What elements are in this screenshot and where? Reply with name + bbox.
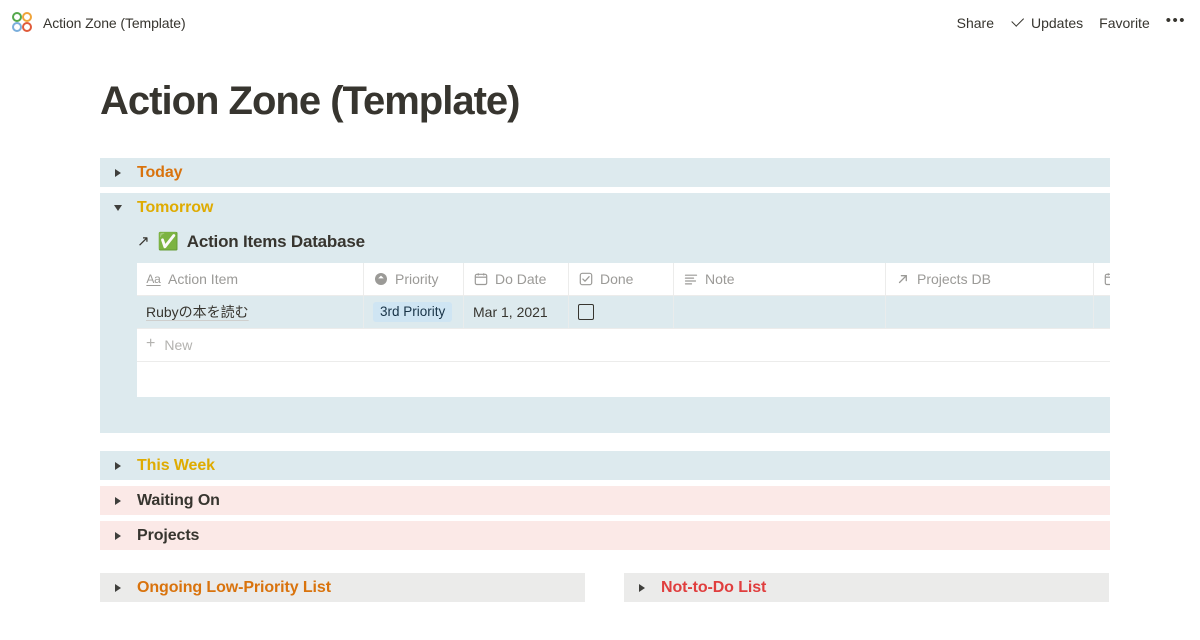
- toggle-header-projects[interactable]: Projects: [100, 521, 1110, 550]
- check-mark-emoji-icon: ✅: [157, 232, 179, 251]
- toggle-label-today: Today: [137, 163, 183, 181]
- chevron-right-icon[interactable]: [634, 584, 650, 592]
- cell-value: Mar 1, 2021: [473, 304, 548, 320]
- database-title-row[interactable]: ↗ ✅ Action Items Database: [137, 222, 1110, 257]
- favorite-label: Favorite: [1099, 14, 1150, 31]
- chevron-right-icon[interactable]: [110, 462, 126, 470]
- chevron-right-icon[interactable]: [110, 532, 126, 540]
- relation-arrow-icon: [895, 272, 910, 287]
- column-label: Action Item: [168, 271, 239, 287]
- cell-priority[interactable]: 3rd Priority: [364, 296, 464, 328]
- column-label: Projects DB: [917, 271, 991, 287]
- column-header-action-item[interactable]: Aa Action Item: [137, 263, 364, 295]
- new-row-label: New: [164, 337, 193, 353]
- toggle-label-not-to-do-list: Not-to-Do List: [661, 578, 767, 596]
- chevron-right-icon[interactable]: [110, 584, 126, 592]
- column-label: Do Date: [495, 271, 547, 287]
- cell-note[interactable]: [674, 296, 886, 328]
- text-lines-icon: [683, 272, 698, 287]
- block-list: Today Tomorrow ↗ ✅ Action Items Database: [100, 158, 1110, 602]
- page-content: Action Zone (Template) Today Tomorrow ↗ …: [0, 78, 1200, 602]
- cell-extra[interactable]: [1094, 296, 1110, 328]
- share-label: Share: [956, 14, 994, 31]
- toggle-label-ongoing-low-priority-list: Ongoing Low-Priority List: [137, 578, 331, 596]
- four-circles-icon: [12, 11, 34, 34]
- table-new-row[interactable]: + New: [137, 329, 1110, 362]
- more-options-icon[interactable]: •••: [1166, 13, 1186, 32]
- toggle-header-today[interactable]: Today: [100, 158, 1110, 187]
- database-title[interactable]: Action Items Database: [187, 232, 365, 252]
- breadcrumb[interactable]: Action Zone (Template): [12, 11, 186, 34]
- done-checkbox[interactable]: [578, 304, 594, 320]
- toggle-block-not-to-do-list[interactable]: Not-to-Do List: [624, 573, 1109, 602]
- new-row-button[interactable]: + New: [137, 329, 364, 361]
- toggle-block-waiting-on[interactable]: Waiting On: [100, 486, 1110, 515]
- toggle-block-today[interactable]: Today: [100, 158, 1110, 187]
- toggle-label-this-week: This Week: [137, 456, 215, 474]
- check-icon: [1010, 15, 1025, 30]
- breadcrumb-title[interactable]: Action Zone (Template): [43, 15, 186, 31]
- cell-projects-db[interactable]: [886, 296, 1094, 328]
- toggle-block-ongoing-low-priority-list[interactable]: Ongoing Low-Priority List: [100, 573, 585, 602]
- toggle-label-tomorrow: Tomorrow: [137, 198, 214, 216]
- cell-done[interactable]: [569, 296, 674, 328]
- column-header-priority[interactable]: Priority: [364, 263, 464, 295]
- cell-do-date[interactable]: Mar 1, 2021: [464, 296, 569, 328]
- column-header-do-date[interactable]: Do Date: [464, 263, 569, 295]
- toggle-header-this-week[interactable]: This Week: [100, 451, 1110, 480]
- toggle-content-tomorrow: ↗ ✅ Action Items Database Aa Action Item: [100, 222, 1110, 433]
- bottom-column-list: Ongoing Low-Priority List Not-to-Do List: [100, 573, 1110, 602]
- column-label: Priority: [395, 271, 439, 287]
- column-header-done[interactable]: Done: [569, 263, 674, 295]
- table-footer-row: [137, 362, 1110, 397]
- chevron-right-icon[interactable]: [110, 497, 126, 505]
- toggle-header-not-to-do-list[interactable]: Not-to-Do List: [624, 573, 1109, 602]
- chevron-right-icon[interactable]: [110, 169, 126, 177]
- share-button[interactable]: Share: [957, 15, 994, 31]
- plus-icon: +: [146, 335, 156, 352]
- chevron-down-icon[interactable]: [110, 205, 126, 211]
- column-header-extra[interactable]: [1094, 263, 1110, 295]
- column-header-projects-db[interactable]: Projects DB: [886, 263, 1094, 295]
- toggle-label-waiting-on: Waiting On: [137, 491, 220, 509]
- toggle-block-projects[interactable]: Projects: [100, 521, 1110, 550]
- calendar-icon: [473, 272, 488, 287]
- column-label: Done: [600, 271, 634, 287]
- top-bar-actions: Share Updates Favorite •••: [957, 13, 1186, 32]
- toggle-header-ongoing-low-priority-list[interactable]: Ongoing Low-Priority List: [100, 573, 585, 602]
- favorite-button[interactable]: Favorite: [1099, 15, 1150, 31]
- checkbox-icon: [578, 272, 593, 287]
- toggle-block-this-week[interactable]: This Week: [100, 451, 1110, 480]
- select-circle-icon: [373, 272, 388, 287]
- cell-action-item[interactable]: Rubyの本を読む: [137, 296, 364, 328]
- table-footer-cell[interactable]: [137, 362, 364, 394]
- toggle-label-projects: Projects: [137, 526, 200, 544]
- database-table: Aa Action Item Priority Do Date Done Not…: [137, 263, 1110, 397]
- column-header-note[interactable]: Note: [674, 263, 886, 295]
- column-label: Note: [705, 271, 735, 287]
- status-badge: 3rd Priority: [373, 301, 453, 323]
- text-aa-icon: Aa: [146, 272, 161, 286]
- table-header-row: Aa Action Item Priority Do Date Done Not…: [137, 263, 1110, 296]
- toggle-block-tomorrow[interactable]: Tomorrow ↗ ✅ Action Items Database Aa Ac…: [100, 193, 1110, 433]
- cell-value: Rubyの本を読む: [146, 304, 249, 320]
- calendar-icon: [1103, 272, 1110, 287]
- top-bar: Action Zone (Template) Share Updates Fav…: [0, 0, 1200, 45]
- updates-label: Updates: [1031, 14, 1084, 31]
- relation-arrow-icon: ↗: [137, 233, 150, 250]
- toggle-content-spacer: [137, 397, 1110, 433]
- page-title[interactable]: Action Zone (Template): [100, 78, 1110, 124]
- table-row[interactable]: Rubyの本を読む 3rd Priority Mar 1, 2021: [137, 296, 1110, 329]
- updates-button[interactable]: Updates: [1010, 15, 1083, 31]
- toggle-header-tomorrow[interactable]: Tomorrow: [100, 193, 1110, 222]
- toggle-header-waiting-on[interactable]: Waiting On: [100, 486, 1110, 515]
